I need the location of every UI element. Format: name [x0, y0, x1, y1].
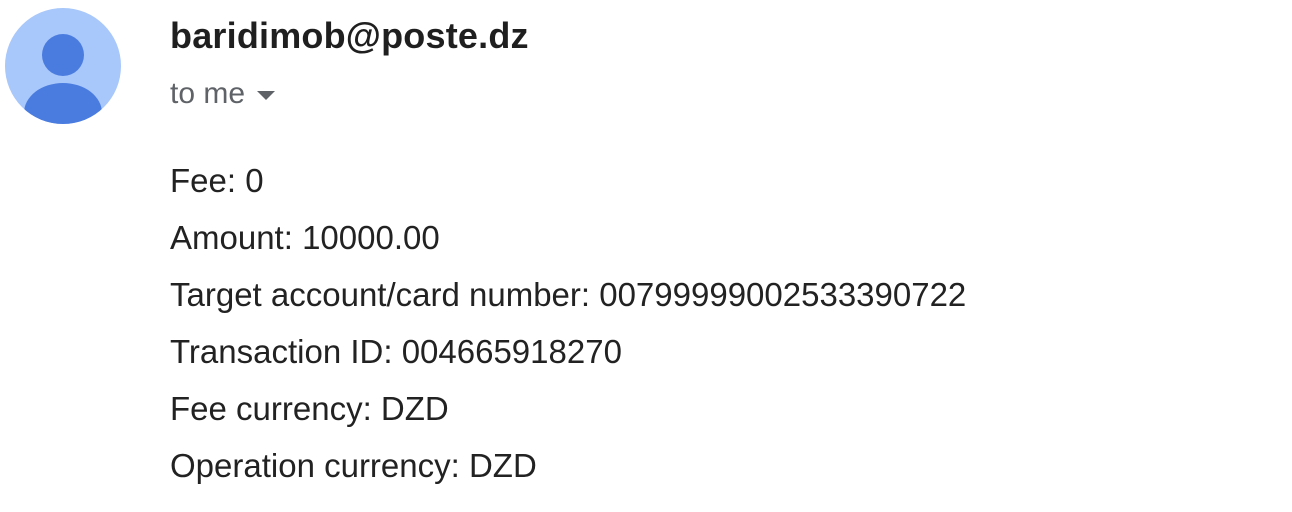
body-line-target-account: Target account/card number: 007999990025…	[170, 276, 967, 313]
body-line-fee: Fee: 0	[170, 162, 264, 199]
recipient-label: to me	[170, 77, 246, 110]
body-line-amount: Amount: 10000.00	[170, 219, 440, 256]
body-line-fee-currency: Fee currency: DZD	[170, 390, 449, 427]
body-line-operation-currency: Operation currency: DZD	[170, 447, 537, 484]
sender-email[interactable]: baridimob@poste.dz	[170, 14, 529, 58]
caret-down-icon[interactable]	[257, 90, 276, 100]
recipient-details-toggle[interactable]: to me	[170, 74, 276, 114]
person-icon	[24, 34, 102, 124]
message-body: Fee: 0 Amount: 10000.00 Target account/c…	[170, 152, 966, 494]
sender-avatar[interactable]	[5, 8, 121, 124]
body-line-transaction-id: Transaction ID: 004665918270	[170, 333, 622, 370]
